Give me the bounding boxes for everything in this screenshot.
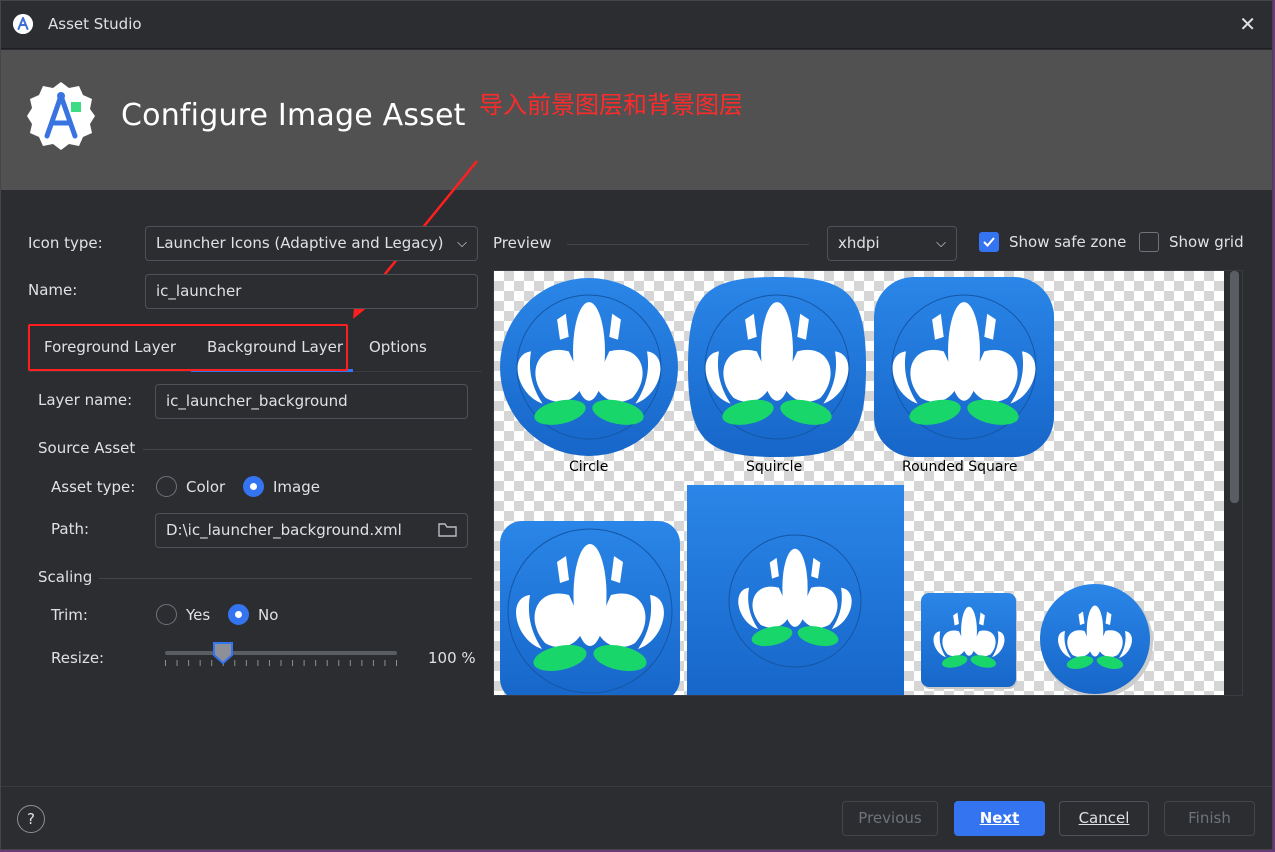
section-divider (143, 449, 472, 450)
name-label: Name: (28, 281, 78, 299)
show-safe-zone-label: Show safe zone (1009, 233, 1127, 251)
icon-type-value: Launcher Icons (Adaptive and Legacy) (156, 234, 444, 252)
folder-icon[interactable] (438, 522, 457, 538)
window-title: Asset Studio (48, 15, 142, 33)
path-label: Path: (51, 520, 90, 538)
icon-type-label: Icon type: (28, 234, 103, 252)
source-asset-heading: Source Asset (38, 439, 136, 457)
path-value: D:\ic_launcher_background.xml (166, 521, 402, 539)
cancel-button[interactable]: Cancel (1059, 801, 1149, 836)
close-icon[interactable]: ✕ (1239, 13, 1256, 35)
help-button[interactable]: ? (17, 805, 45, 833)
resize-slider-ticks (165, 660, 397, 666)
chevron-down-icon: ⌵ (457, 236, 467, 251)
asset-type-color-radio[interactable] (156, 476, 177, 497)
footer-divider (1, 786, 1272, 787)
section-divider (99, 578, 472, 579)
name-value: ic_launcher (156, 282, 242, 300)
next-button-label: Next (979, 809, 1020, 827)
full-bleed-preview (687, 485, 904, 695)
trim-yes-radio[interactable] (156, 604, 177, 625)
resize-slider-track[interactable] (165, 651, 397, 655)
resize-value: 100 % (428, 649, 476, 667)
next-button[interactable]: Next (954, 801, 1045, 836)
layer-name-value: ic_launcher_background (166, 392, 348, 410)
density-select[interactable]: xhdpi ⌵ (827, 226, 957, 261)
android-studio-icon (13, 14, 33, 34)
rounded-square-small-preview (500, 521, 680, 695)
scaling-heading: Scaling (38, 568, 93, 586)
title-bar: Asset Studio ✕ (1, 1, 1272, 49)
density-value: xhdpi (838, 234, 880, 252)
preview-scrollbar[interactable] (1230, 271, 1239, 503)
legacy-round-preview (1040, 584, 1153, 695)
previous-button[interactable]: Previous (842, 801, 938, 836)
trim-no-radio[interactable] (228, 604, 249, 625)
path-input[interactable]: D:\ic_launcher_background.xml (155, 513, 468, 548)
header-banner: Configure Image Asset (1, 50, 1272, 190)
asset-studio-window: Asset Studio ✕ Configure Image Asset 导入前… (0, 0, 1273, 850)
rounded-square-icon-preview (874, 277, 1054, 457)
caption-circle: Circle (569, 459, 609, 475)
name-input[interactable]: ic_launcher (145, 274, 478, 309)
resize-slider-thumb[interactable] (212, 641, 234, 665)
preview-label: Preview (493, 234, 552, 252)
preview-canvas: Circle Squircle Rounded Square (494, 271, 1224, 695)
trim-yes-label: Yes (186, 606, 211, 624)
layer-name-input[interactable]: ic_launcher_background (155, 384, 468, 419)
tab-options[interactable]: Options (369, 338, 427, 356)
asset-type-color-label: Color (186, 478, 226, 496)
asset-type-image-radio[interactable] (243, 476, 264, 497)
resize-label: Resize: (51, 649, 105, 667)
section-divider (567, 244, 809, 245)
layer-name-label: Layer name: (38, 391, 133, 409)
caption-rounded-square: Rounded Square (902, 459, 1018, 475)
circle-icon-preview (500, 278, 678, 456)
cancel-button-label: Cancel (1078, 809, 1130, 827)
show-grid-checkbox[interactable] (1139, 232, 1159, 252)
preview-icons (500, 277, 1153, 695)
caption-squircle: Squircle (746, 459, 803, 475)
legacy-square-preview (921, 593, 1017, 689)
show-safe-zone-checkbox[interactable] (979, 232, 999, 252)
asset-type-image-label: Image (273, 478, 320, 496)
icon-type-select[interactable]: Launcher Icons (Adaptive and Legacy) ⌵ (145, 226, 478, 261)
annotation-highlight-box (28, 324, 348, 371)
page-title: Configure Image Asset (121, 98, 466, 133)
chevron-down-icon: ⌵ (936, 236, 946, 251)
squircle-icon-preview (688, 277, 866, 457)
annotation-text: 导入前景图层和背景图层 (479, 91, 743, 119)
trim-label: Trim: (51, 606, 88, 624)
finish-button[interactable]: Finish (1164, 801, 1255, 836)
android-studio-logo (27, 82, 95, 150)
checkmark-icon (983, 237, 995, 247)
asset-type-label: Asset type: (51, 478, 136, 496)
trim-no-label: No (258, 606, 279, 624)
show-grid-label: Show grid (1169, 233, 1244, 251)
